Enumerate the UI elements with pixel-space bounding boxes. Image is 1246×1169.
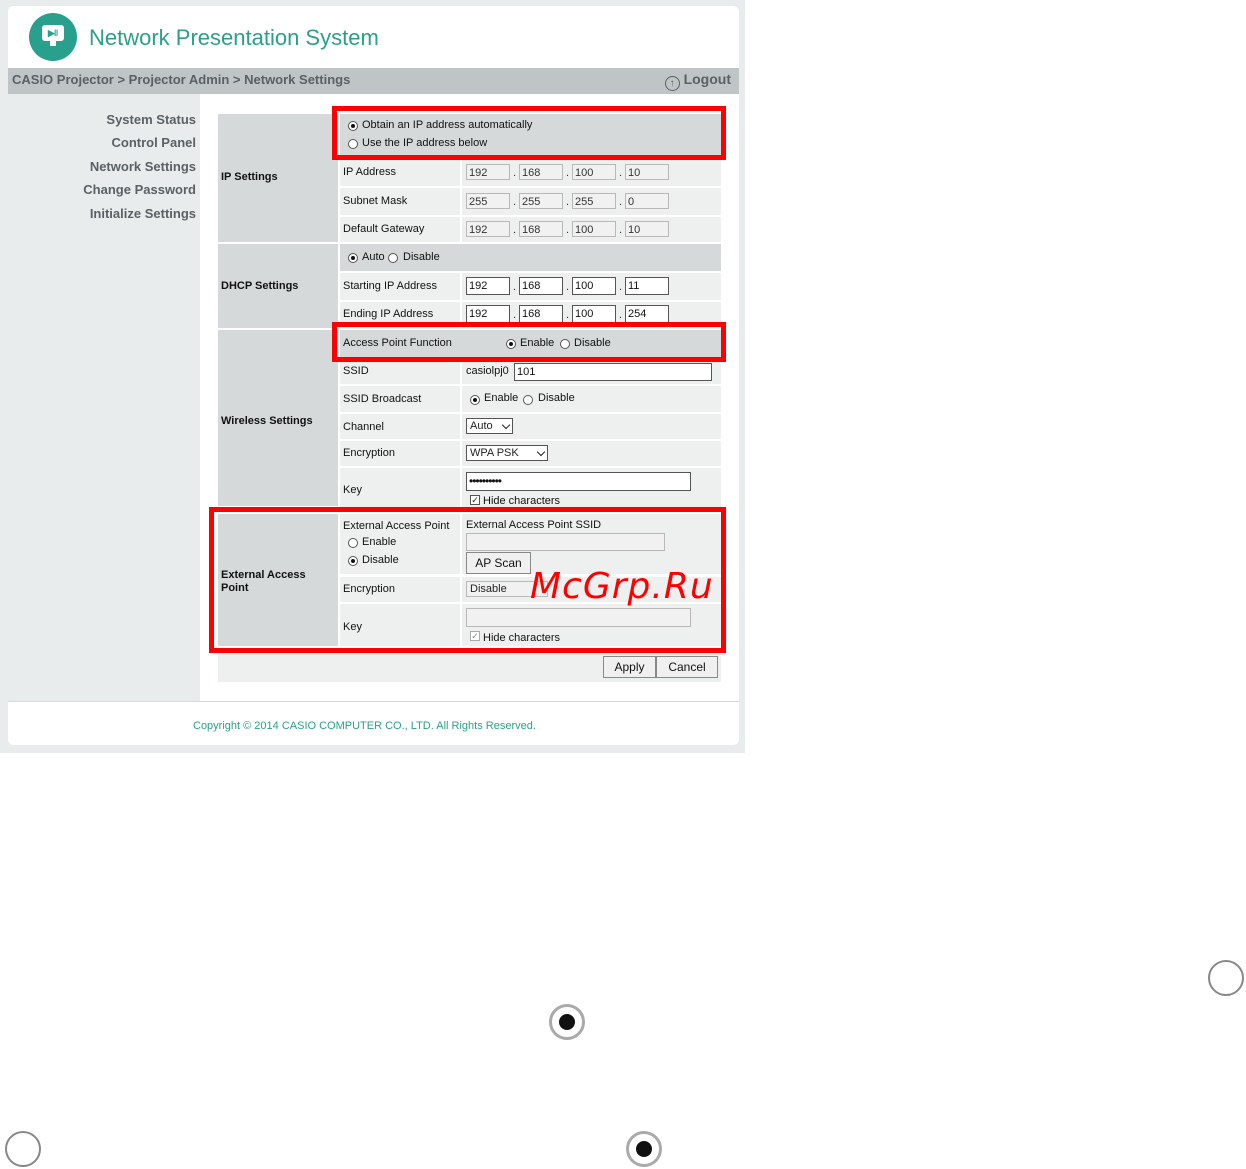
radio-unselected-icon [5,1131,41,1167]
copyright: Copyright © 2014 CASIO COMPUTER CO., LTD… [193,720,536,732]
ssid-broadcast-label: SSID Broadcast [343,393,422,405]
radio-selected-icon [549,1004,585,1040]
ip-settings-section: IP Settings [218,114,338,242]
ip-address-label: IP Address [343,166,396,178]
start-octet-1[interactable]: 192 [466,277,510,295]
ssid-input[interactable]: 101 [514,363,712,381]
highlight-ip-mode [332,106,726,160]
start-octet-3[interactable]: 100 [572,277,616,295]
app-logo-icon: ▶ǁ [29,13,77,61]
breadcrumb: CASIO Projector > Projector Admin > Netw… [12,72,351,87]
broadcast-enable-label: Enable [484,392,519,404]
cancel-button[interactable]: Cancel [656,656,718,678]
mask-octet-2[interactable]: 255 [519,193,563,209]
start-octet-2[interactable]: 168 [519,277,563,295]
logout-icon: ↑ [664,76,680,91]
ssid-prefix: casiolpj0 [466,365,509,377]
mask-octet-3[interactable]: 255 [572,193,616,209]
watermark: McGrp.Ru [530,566,714,607]
channel-select[interactable]: Auto [466,418,513,434]
dhcp-disable-radio[interactable] [388,253,398,263]
mask-octet-1[interactable]: 255 [466,193,510,209]
logout-label: Logout [683,71,731,87]
encryption-label: Encryption [343,447,395,459]
screenshot-panel: ▶ǁ Network Presentation System CASIO Pro… [0,0,745,753]
dhcp-auto-radio[interactable] [348,253,358,263]
key-input[interactable]: •••••••••• [466,472,691,491]
chevron-down-icon [501,420,511,430]
sidebar-item-initialize-settings[interactable]: Initialize Settings [90,206,196,221]
apply-button[interactable]: Apply [603,656,656,678]
end-octet-2[interactable]: 168 [519,305,563,323]
mask-octet-4[interactable]: 0 [625,193,669,209]
ending-ip-label: Ending IP Address [343,308,434,320]
radio-selected-icon [626,1131,662,1167]
gw-octet-2[interactable]: 168 [519,221,563,237]
ip-octet-1[interactable]: 192 [466,164,510,180]
app-title: Network Presentation System [89,25,379,50]
sidebar-item-control-panel[interactable]: Control Panel [111,135,196,150]
end-octet-3[interactable]: 100 [572,305,616,323]
end-octet-4[interactable]: 254 [625,305,669,323]
key-label: Key [343,484,362,496]
gw-octet-3[interactable]: 100 [572,221,616,237]
radio-unselected-icon [1208,960,1244,996]
hide-characters-label: Hide characters [483,495,561,507]
dhcp-settings-section: DHCP Settings [218,244,338,328]
app-header: ▶ǁ Network Presentation System [8,6,739,68]
wireless-settings-section: Wireless Settings [218,330,338,506]
sidebar-item-system-status[interactable]: System Status [106,112,196,127]
dhcp-disable-label: Disable [403,251,440,263]
gw-octet-1[interactable]: 192 [466,221,510,237]
sidebar-item-change-password[interactable]: Change Password [83,182,196,197]
subnet-mask-label: Subnet Mask [343,195,408,207]
ip-octet-2[interactable]: 168 [519,164,563,180]
chevron-down-icon [536,447,546,457]
starting-ip-label: Starting IP Address [343,280,437,292]
start-octet-4[interactable]: 11 [625,277,669,295]
ip-octet-3[interactable]: 100 [572,164,616,180]
broadcast-disable-label: Disable [538,392,575,404]
default-gateway-label: Default Gateway [343,223,425,235]
encryption-select[interactable]: WPA PSK [466,445,548,461]
sidebar-item-network-settings[interactable]: Network Settings [90,159,196,174]
dhcp-auto-label: Auto [362,251,385,263]
broadcast-disable-radio[interactable] [523,395,533,405]
ip-octet-4[interactable]: 10 [625,164,669,180]
broadcast-enable-radio[interactable] [470,395,480,405]
gw-octet-4[interactable]: 10 [625,221,669,237]
highlight-access-point [332,322,726,362]
footer: Copyright © 2014 CASIO COMPUTER CO., LTD… [8,701,739,745]
breadcrumb-bar: CASIO Projector > Projector Admin > Netw… [8,68,739,94]
logout-button[interactable]: ↑ Logout [664,71,731,91]
end-octet-1[interactable]: 192 [466,305,510,323]
hide-characters-checkbox[interactable]: ✓ [470,495,480,505]
ssid-label: SSID [343,365,369,377]
channel-label: Channel [343,421,384,433]
sidebar: System Status Control Panel Network Sett… [8,94,200,701]
